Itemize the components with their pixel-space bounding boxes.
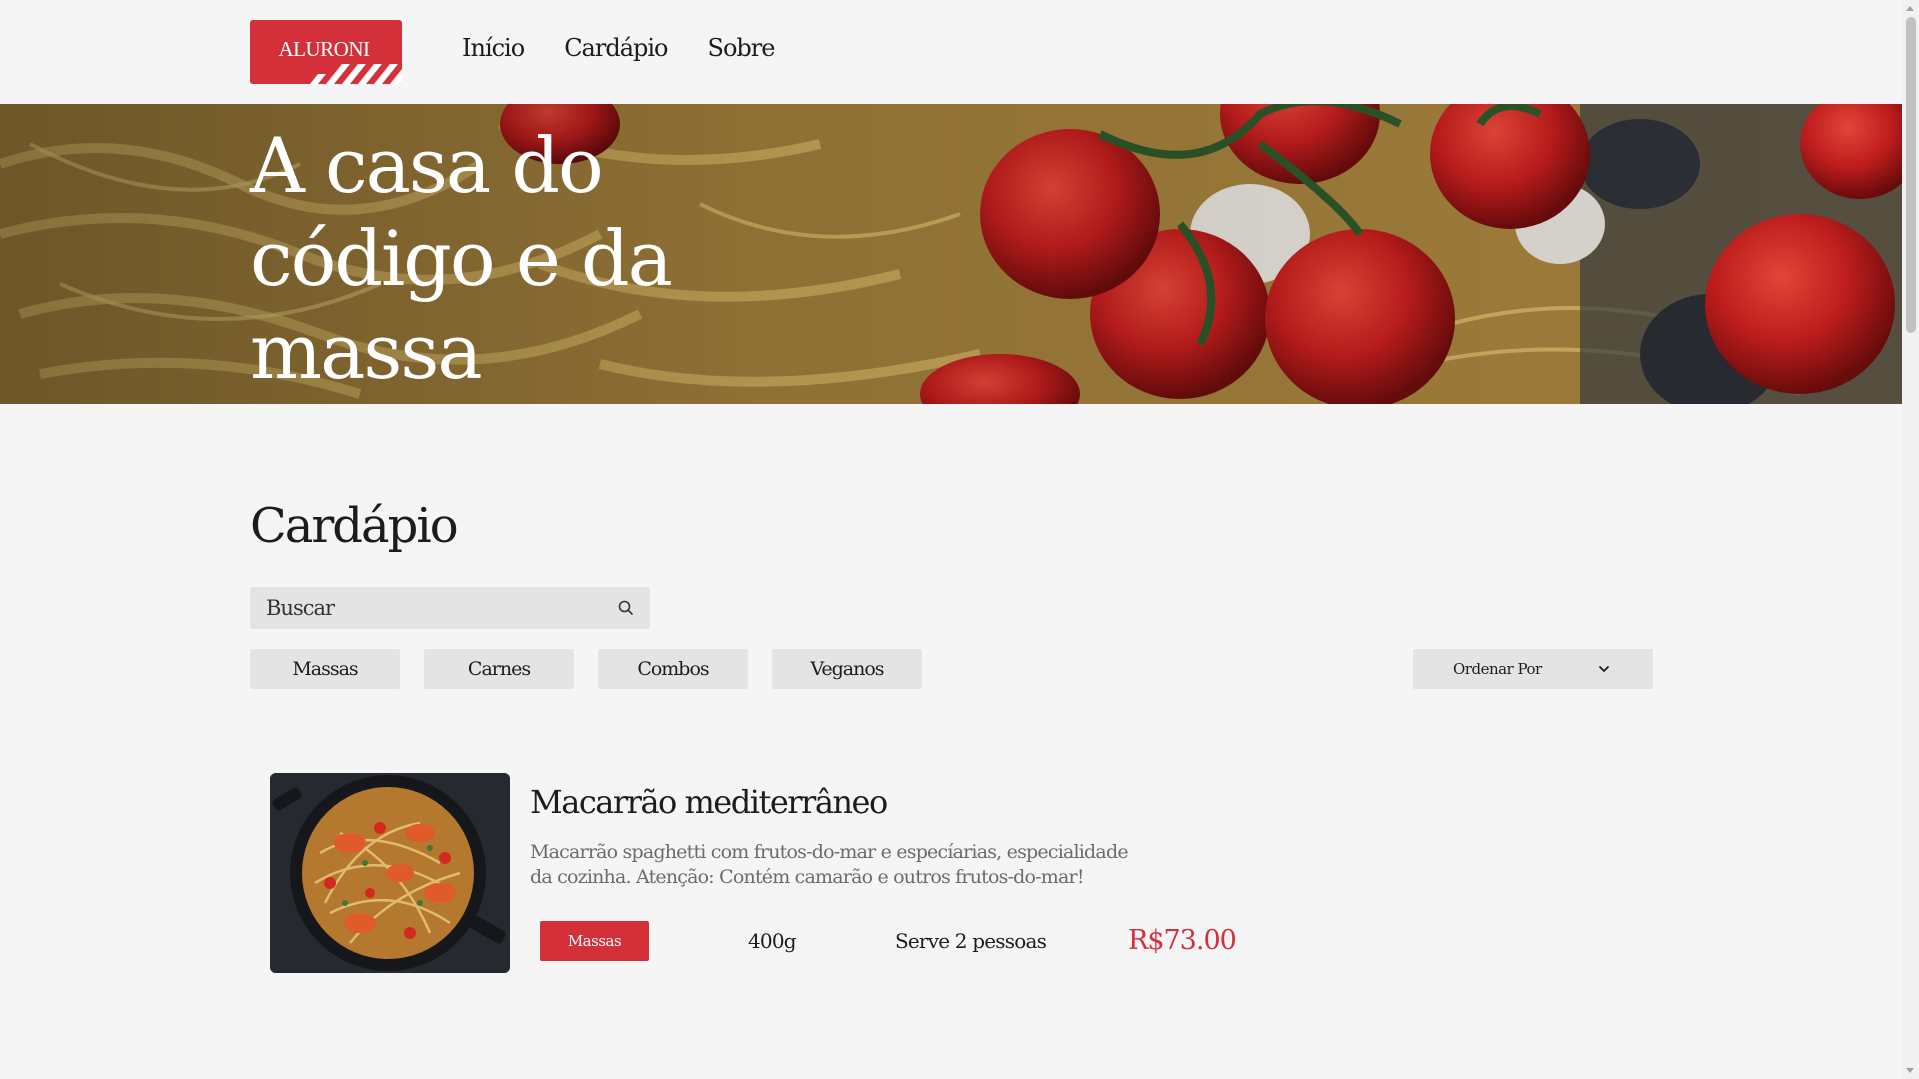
search-input[interactable] xyxy=(250,587,610,629)
dish-meta: Massas 400g Serve 2 pessoas R$73.00 xyxy=(540,921,1280,961)
scrollbar-thumb[interactable] xyxy=(1906,17,1916,333)
filter-combos-button[interactable]: Combos xyxy=(598,649,748,689)
search-box xyxy=(250,587,650,629)
filter-massas-button[interactable]: Massas xyxy=(250,649,400,689)
logo-text: ALURONI xyxy=(278,36,371,61)
filter-veganos-button[interactable]: Veganos xyxy=(772,649,922,689)
sort-dropdown[interactable]: Ordenar Por xyxy=(1413,649,1653,689)
category-tag: Massas xyxy=(540,921,649,961)
category-filters: Massas Carnes Combos Veganos xyxy=(250,649,922,689)
dish-description: Macarrão spaghetti com frutos-do-mar e e… xyxy=(530,841,1129,888)
sort-label: Ordenar Por xyxy=(1453,660,1542,678)
dish-name: Macarrão mediterrâneo xyxy=(530,783,888,821)
dish-image xyxy=(270,773,510,973)
nav-link-sobre[interactable]: Sobre xyxy=(708,34,776,62)
scroll-up-arrow-icon[interactable] xyxy=(1906,6,1914,11)
dish-price: R$73.00 xyxy=(1128,925,1237,956)
vertical-scrollbar[interactable] xyxy=(1902,0,1919,1079)
page: ALURONI Início Cardápio Sobre A casa do … xyxy=(0,0,1902,1079)
aluroni-logo[interactable]: ALURONI xyxy=(250,20,402,84)
nav-link-inicio[interactable]: Início xyxy=(462,34,525,62)
search-icon[interactable] xyxy=(617,599,635,617)
hero-title: A casa do código e da massa xyxy=(250,121,673,396)
site-header: ALURONI Início Cardápio Sobre xyxy=(0,0,1902,104)
menu-item-card: Macarrão mediterrâneo Macarrão spaghetti… xyxy=(270,773,1270,973)
menu-section-title: Cardápio xyxy=(250,498,459,554)
checkered-pattern-icon xyxy=(310,64,402,84)
scroll-down-arrow-icon[interactable] xyxy=(1906,1068,1914,1073)
dish-weight: 400g xyxy=(748,929,797,953)
dish-serves: Serve 2 pessoas xyxy=(895,929,1047,953)
nav-link-cardapio[interactable]: Cardápio xyxy=(564,34,668,62)
hero-banner: A casa do código e da massa xyxy=(0,104,1902,404)
main-nav: Início Cardápio Sobre xyxy=(462,34,776,62)
filter-carnes-button[interactable]: Carnes xyxy=(424,649,574,689)
chevron-down-icon xyxy=(1599,666,1609,672)
